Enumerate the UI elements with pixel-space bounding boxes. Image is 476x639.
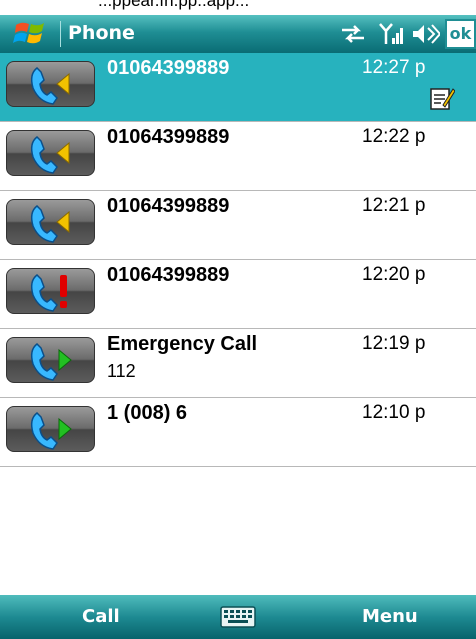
call-log-row[interactable]: 01064399889 12:21 p xyxy=(0,191,476,260)
keyboard-icon[interactable] xyxy=(220,605,256,629)
call-log-row[interactable]: 01064399889 12:27 p xyxy=(0,53,476,122)
outgoing-call-button[interactable] xyxy=(6,406,95,452)
call-log-time: 12:27 p xyxy=(362,57,426,78)
call-log-row[interactable]: 1 (008) 6 12:10 p xyxy=(0,398,476,467)
incoming-call-icon xyxy=(30,136,70,174)
call-log-row[interactable]: Emergency Call 112 12:19 p xyxy=(0,329,476,398)
call-log-time: 12:22 p xyxy=(362,126,426,147)
note-icon xyxy=(430,88,455,110)
top-strip: ...ppear.fn.pp..app... xyxy=(0,0,476,15)
call-log-row[interactable]: 01064399889 12:20 p xyxy=(0,260,476,329)
outgoing-call-button[interactable] xyxy=(6,337,95,383)
incoming-call-icon xyxy=(30,67,70,105)
incoming-call-icon xyxy=(30,205,70,243)
call-log-time: 12:10 p xyxy=(362,402,426,423)
missed-call-button[interactable] xyxy=(6,268,95,314)
softkey-bar: Call Menu xyxy=(0,595,476,639)
call-log-row[interactable]: 01064399889 12:22 p xyxy=(0,122,476,191)
call-log-name: 01064399889 xyxy=(107,57,230,79)
call-log-name: 01064399889 xyxy=(107,126,230,148)
call-log-name: 01064399889 xyxy=(107,264,230,286)
call-log-detail: 112 xyxy=(107,361,136,381)
outgoing-call-icon xyxy=(30,412,72,450)
incoming-call-button[interactable] xyxy=(6,130,95,176)
ok-button[interactable]: ok xyxy=(445,19,476,49)
call-log-time: 12:19 p xyxy=(362,333,426,354)
missed-call-icon xyxy=(30,274,67,312)
volume-icon[interactable] xyxy=(410,22,440,46)
incoming-call-button[interactable] xyxy=(6,61,95,107)
connectivity-icon[interactable] xyxy=(340,22,366,46)
call-log-name: Emergency Call xyxy=(107,333,258,355)
title-separator xyxy=(60,21,61,47)
call-log-name: 1 (008) 6 xyxy=(107,402,188,424)
call-softkey[interactable]: Call xyxy=(82,606,120,627)
signal-icon[interactable] xyxy=(378,22,404,46)
call-log-time: 12:21 p xyxy=(362,195,426,216)
incoming-call-button[interactable] xyxy=(6,199,95,245)
call-log-name: 01064399889 xyxy=(107,195,230,217)
top-strip-text: ...ppear.fn.pp..app... xyxy=(98,0,250,10)
windows-start-icon[interactable] xyxy=(12,19,52,49)
app-title: Phone xyxy=(68,22,135,44)
menu-softkey[interactable]: Menu xyxy=(362,606,418,627)
title-bar: Phone ok xyxy=(0,15,476,53)
call-log-time: 12:20 p xyxy=(362,264,426,285)
outgoing-call-icon xyxy=(30,343,72,381)
